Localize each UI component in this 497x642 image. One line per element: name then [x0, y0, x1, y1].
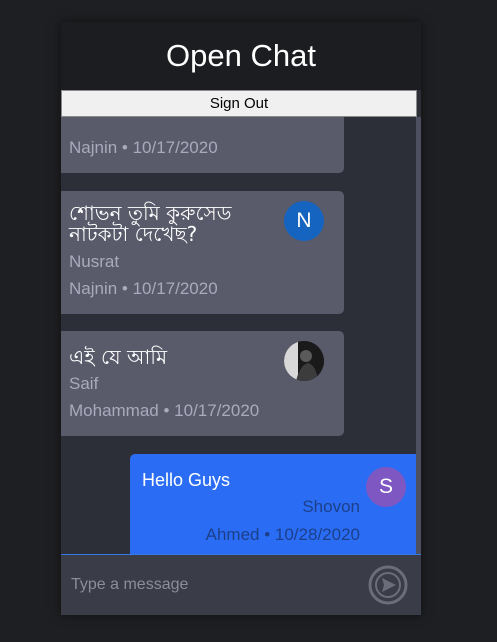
avatar: N — [284, 201, 324, 241]
message-meta: Najnin • 10/17/2020 — [69, 138, 218, 157]
photo-avatar — [284, 341, 324, 381]
app-header: Open Chat — [61, 22, 421, 90]
message-meta: Ahmed • 10/28/2020 — [205, 525, 360, 544]
sign-out-button[interactable]: Sign Out — [61, 90, 417, 117]
message-meta: Najnin • 10/17/2020 — [69, 279, 218, 298]
message-composer — [61, 554, 421, 615]
app-title: Open Chat — [166, 38, 316, 73]
sender-first-name: Nusrat — [69, 252, 120, 271]
message-item: Najnin • 10/17/2020 — [61, 117, 344, 173]
message-text: শোভন তুমি কুরুসেড নাটকটা দেখেছ? — [69, 201, 232, 246]
message-item: শোভন তুমি কুরুসেড নাটকটা দেখেছ? Nusrat N… — [61, 191, 344, 314]
user-photo-icon — [284, 341, 324, 381]
message-list[interactable]: Najnin • 10/17/2020 শোভন তুমি কুরুসেড না… — [61, 117, 417, 554]
own-message-item: Hello Guys Shovon Ahmed • 10/28/2020 S — [130, 454, 417, 554]
send-button[interactable] — [368, 565, 408, 605]
sender-first-name: Saif — [69, 374, 99, 393]
message-meta: Mohammad • 10/17/2020 — [69, 401, 260, 420]
message-text: এই যে আমি — [69, 345, 168, 369]
avatar: S — [366, 467, 406, 507]
message-input[interactable] — [69, 567, 363, 603]
message-text: Hello Guys — [142, 470, 231, 490]
sender-first-name: Shovon — [302, 497, 360, 516]
send-icon — [368, 565, 408, 605]
scrollbar[interactable] — [416, 117, 421, 554]
chat-window: Open Chat Sign Out Najnin • 10/17/2020 শ… — [61, 22, 421, 615]
message-item: এই যে আমি Saif Mohammad • 10/17/2020 — [61, 331, 344, 436]
